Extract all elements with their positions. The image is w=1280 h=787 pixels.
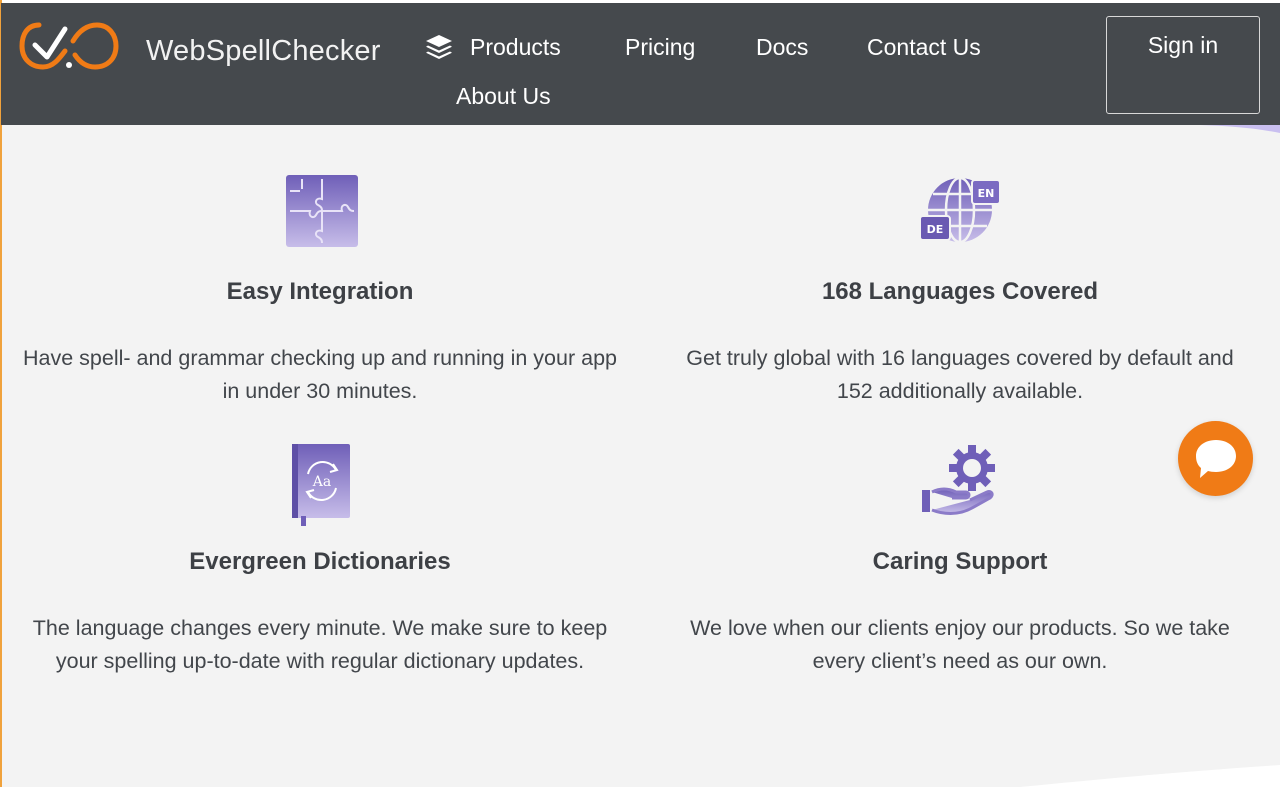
chat-widget-button[interactable]: [1178, 421, 1253, 496]
nav-products-label: Products: [470, 33, 561, 60]
nav-about-us[interactable]: About Us: [456, 83, 551, 110]
feature-text-line2: in under 30 minutes.: [222, 379, 418, 403]
badge-en: EN: [978, 187, 995, 200]
book-label: Aa: [312, 474, 331, 490]
nav-pricing[interactable]: Pricing: [625, 34, 695, 61]
sign-in-button[interactable]: Sign in: [1106, 16, 1260, 114]
feature-text-line2: your spelling up-to-date with regular di…: [55, 649, 585, 673]
puzzle-icon: [286, 175, 358, 247]
feature-text-line1: We love when our clients enjoy our produ…: [690, 616, 1230, 640]
globe-languages-icon: EN DE: [920, 178, 1001, 244]
logo-icon[interactable]: [19, 19, 119, 73]
brand-name[interactable]: WebSpellChecker: [146, 35, 381, 68]
support-gear-hand-icon: [922, 445, 995, 515]
layers-icon: [426, 35, 452, 59]
feature-title: 168 Languages Covered: [821, 278, 1099, 305]
feature-text-line1: The language changes every minute. We ma…: [32, 616, 608, 640]
sign-in-label: Sign in: [1147, 32, 1219, 58]
chat-bubble-icon: [1195, 439, 1236, 478]
decorative-wave-bottom: [1020, 765, 1280, 787]
nav-docs[interactable]: Docs: [756, 34, 808, 61]
feature-text-line1: Get truly global with 16 languages cover…: [686, 346, 1234, 370]
feature-title: Easy Integration: [226, 278, 414, 305]
decorative-wave-top: [1200, 125, 1280, 133]
nav-contact-us[interactable]: Contact Us: [867, 34, 981, 61]
feature-text-line1: Have spell- and grammar checking up and …: [23, 346, 617, 370]
dictionary-icon: Aa: [292, 444, 350, 526]
site-header: WebSpellChecker Products Pricing Docs Co…: [1, 3, 1280, 125]
feature-text-line2: every client’s need as our own.: [812, 649, 1108, 673]
badge-de: DE: [927, 223, 944, 236]
feature-title: Caring Support: [872, 548, 1048, 575]
feature-text-line2: 152 additionally available.: [836, 379, 1084, 403]
nav-products[interactable]: Products: [424, 33, 561, 61]
feature-title: Evergreen Dictionaries: [189, 548, 451, 575]
